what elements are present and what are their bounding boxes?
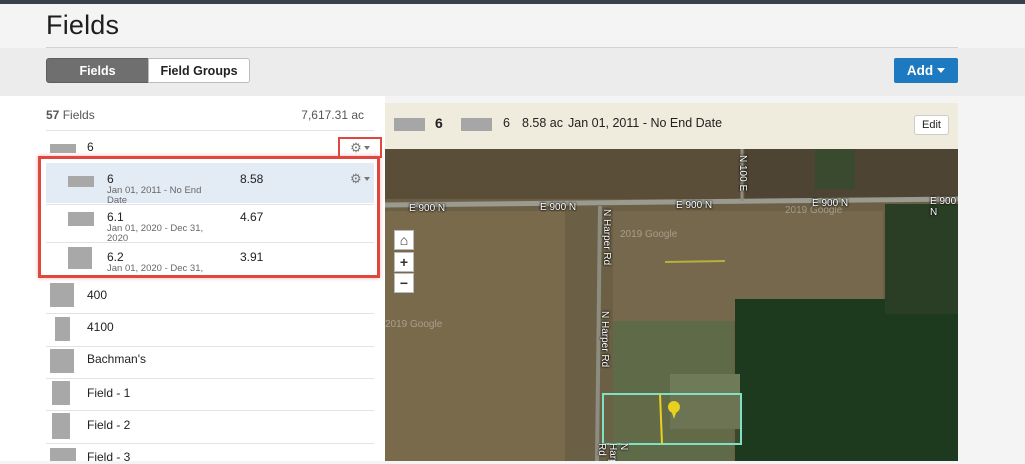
child-field-acres: 3.91 <box>240 250 264 264</box>
field-shape-thumbnail <box>68 212 94 226</box>
field-shape-thumbnail <box>52 381 70 405</box>
child-field-dates: Jan 01, 2020 - Dec 31, 2020 <box>107 223 204 244</box>
divider <box>46 443 374 444</box>
zoom-out-button[interactable]: − <box>394 273 414 293</box>
map-watermark: 2019 Google <box>620 229 678 240</box>
field-name[interactable]: 400 <box>87 288 107 302</box>
map-sub-field-name: 6 <box>503 116 510 130</box>
map-panel[interactable]: 6 6 8.58 ac Jan 01, 2011 - No End Date E… <box>385 103 958 461</box>
field-shape-thumbnail <box>461 118 492 131</box>
field-name[interactable]: Field - 3 <box>87 450 130 464</box>
field-count: 57 <box>46 108 60 122</box>
map-field-name: 6 <box>435 115 443 131</box>
divider <box>46 130 374 131</box>
field-shape-thumbnail <box>55 317 70 341</box>
map-field-acres: 8.58 ac <box>522 116 564 130</box>
road-label: E 900 N <box>676 200 713 211</box>
child-field-name[interactable]: 6 <box>107 172 114 186</box>
field-name[interactable]: 4100 <box>87 320 114 334</box>
field-count-label: Fields <box>62 108 95 122</box>
field-shape-thumbnail <box>68 176 94 187</box>
field-name[interactable]: 6 <box>87 140 94 154</box>
divider <box>46 204 374 205</box>
divider <box>46 242 374 243</box>
divider <box>46 378 374 379</box>
child-actions-button[interactable]: ⚙ <box>350 172 370 185</box>
child-field-dates: Jan 01, 2011 - No End Date <box>107 185 202 206</box>
field-shape-thumbnail <box>50 448 76 461</box>
road-label: E 900 N <box>812 198 849 209</box>
gear-icon: ⚙ <box>350 140 362 155</box>
child-field-dates: Jan 01, 2020 - Dec 31, 2020 <box>107 264 204 274</box>
child-field-name[interactable]: 6.1 <box>107 210 124 224</box>
edit-button[interactable]: Edit <box>914 115 949 135</box>
satellite-map <box>385 149 958 461</box>
road-label: E 900 N <box>409 203 446 214</box>
road-label: N Harper Rd <box>599 311 610 368</box>
total-acres: 7,617.31 ac <box>301 108 364 122</box>
map-header: 6 6 8.58 ac Jan 01, 2011 - No End Date E… <box>385 103 958 149</box>
field-shape-thumbnail <box>394 118 425 131</box>
top-bar <box>0 0 1025 4</box>
divider <box>46 313 374 314</box>
tab-fields[interactable]: Fields <box>46 58 149 83</box>
map-watermark: 2019 Google <box>385 319 443 330</box>
road-label: E 900 N <box>930 196 957 218</box>
field-shape-thumbnail <box>50 283 74 307</box>
add-button[interactable]: Add <box>894 58 958 83</box>
field-name[interactable]: Field - 2 <box>87 418 130 432</box>
field-count-row: 57 Fields 7,617.31 ac <box>46 108 364 122</box>
field-shape-thumbnail <box>50 144 76 153</box>
child-field-acres: 4.67 <box>240 210 264 224</box>
map-field-dates: Jan 01, 2011 - No End Date <box>568 116 723 130</box>
road-label: N Harper Rd <box>596 443 629 461</box>
road-label: E 900 N <box>540 202 577 213</box>
road-label: N Harper Rd <box>601 209 612 266</box>
caret-down-icon <box>363 176 370 181</box>
zoom-in-button[interactable]: + <box>394 252 414 272</box>
divider <box>46 346 374 347</box>
child-field-acres: 8.58 <box>240 172 264 186</box>
page-title: Fields <box>46 10 120 40</box>
caret-down-icon <box>937 68 946 73</box>
toolbar: Fields Field Groups Add <box>0 48 1025 96</box>
field-shape-thumbnail <box>52 413 70 439</box>
add-button-label: Add <box>906 63 934 78</box>
gear-icon: ⚙ <box>350 171 362 186</box>
field-actions-button[interactable]: ⚙ <box>338 137 382 158</box>
field-shape-thumbnail <box>50 349 74 373</box>
road-label: N 100 E <box>737 155 748 192</box>
divider <box>46 410 374 411</box>
field-name[interactable]: Bachman's <box>87 352 146 366</box>
child-field-name[interactable]: 6.2 <box>107 250 124 264</box>
home-icon[interactable]: ⌂ <box>394 230 414 250</box>
field-name[interactable]: Field - 1 <box>87 386 130 400</box>
tab-field-groups[interactable]: Field Groups <box>148 58 250 83</box>
caret-down-icon <box>363 145 370 150</box>
field-shape-thumbnail <box>68 247 92 269</box>
